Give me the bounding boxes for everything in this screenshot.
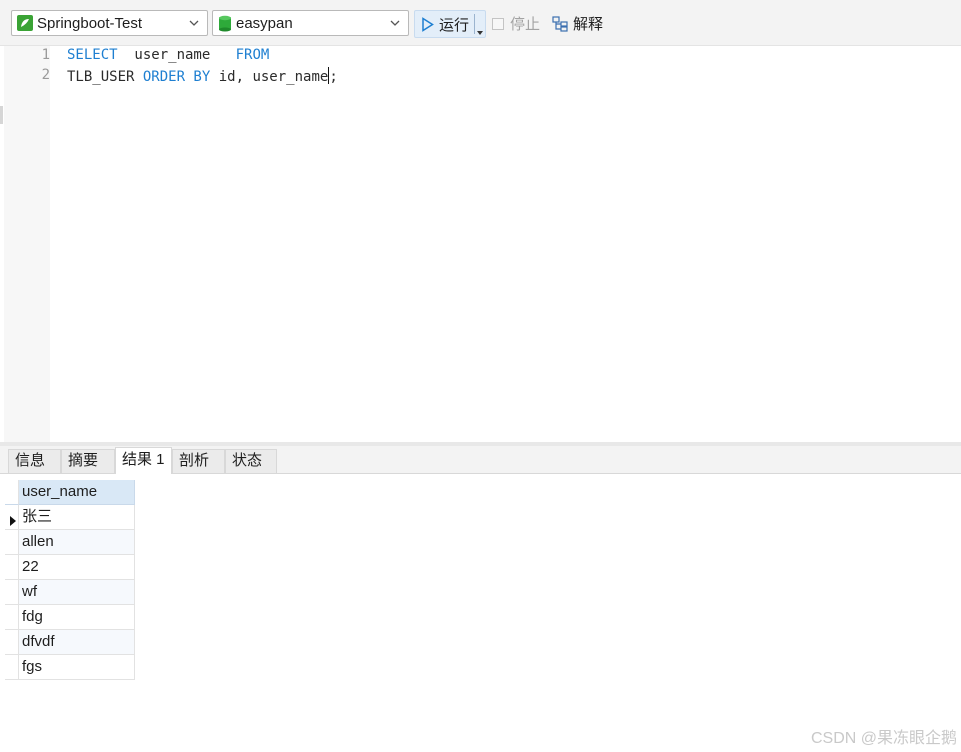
explain-label: 解释 xyxy=(573,16,604,33)
table-cell[interactable]: wf xyxy=(19,580,135,605)
tab-info[interactable]: 信息 xyxy=(8,449,61,473)
row-header[interactable] xyxy=(5,505,19,530)
toolbar: Springboot-Test easypan 运行 停止 解释 xyxy=(0,0,961,46)
run-label: 运行 xyxy=(439,16,470,34)
table-cell[interactable]: fgs xyxy=(19,655,135,680)
chevron-down-icon xyxy=(389,16,401,34)
line-number: 2 xyxy=(41,67,50,83)
explain-button[interactable]: 解释 xyxy=(552,13,603,34)
sql-text: id, user_name xyxy=(210,69,329,85)
play-icon xyxy=(421,16,434,32)
tab-summary[interactable]: 摘要 xyxy=(61,449,115,473)
table-cell[interactable]: 22 xyxy=(19,555,135,580)
run-button[interactable]: 运行 xyxy=(414,10,486,38)
stop-label: 停止 xyxy=(510,16,541,33)
code-line-2[interactable]: TLB_USER ORDER BY id, user_name; xyxy=(67,67,338,85)
watermark: CSDN @果冻眼企鹅 xyxy=(810,730,957,747)
sql-keyword: SELECT xyxy=(67,47,118,63)
line-number: 1 xyxy=(41,47,50,63)
result-tabbar: 信息 摘要 结果 1 剖析 状态 xyxy=(0,446,961,474)
sql-text: user_name xyxy=(117,47,236,63)
table-cell[interactable]: 张三 xyxy=(19,505,135,530)
connection-icon xyxy=(17,15,33,31)
row-header[interactable] xyxy=(5,630,19,655)
code-line-1[interactable]: SELECT user_name FROM xyxy=(67,47,269,63)
table-cell[interactable]: fdg xyxy=(19,605,135,630)
row-header[interactable] xyxy=(5,555,19,580)
column-header-user-name[interactable]: user_name xyxy=(19,480,135,505)
stop-icon xyxy=(492,17,504,30)
database-icon xyxy=(218,15,232,32)
table-cell[interactable]: allen xyxy=(19,530,135,555)
row-header[interactable] xyxy=(5,580,19,605)
row-header[interactable] xyxy=(5,530,19,555)
sql-editor[interactable]: 1 2 SELECT user_name FROM TLB_USER ORDER… xyxy=(0,46,961,442)
table-cell[interactable]: dfvdf xyxy=(19,630,135,655)
tab-profile[interactable]: 剖析 xyxy=(172,449,225,473)
connection-name: Springboot-Test xyxy=(37,14,143,32)
sql-keyword: FROM xyxy=(235,47,270,63)
tab-result-1[interactable]: 结果 1 xyxy=(115,447,172,474)
current-row-pointer-icon xyxy=(10,513,16,531)
connection-select[interactable]: Springboot-Test xyxy=(11,10,208,36)
explain-icon xyxy=(552,15,568,32)
stop-button[interactable]: 停止 xyxy=(492,13,540,34)
chevron-down-icon xyxy=(188,16,200,34)
sql-text: ; xyxy=(329,69,338,85)
editor-edge-marker xyxy=(0,106,3,124)
sql-keyword: ORDER BY xyxy=(142,69,211,85)
grid-corner xyxy=(5,480,19,505)
database-select[interactable]: easypan xyxy=(212,10,409,36)
tab-status[interactable]: 状态 xyxy=(225,449,277,473)
run-dropdown-icon[interactable] xyxy=(477,22,483,40)
line-number-gutter: 1 2 xyxy=(4,46,50,442)
row-header[interactable] xyxy=(5,605,19,630)
database-name: easypan xyxy=(236,14,293,32)
row-header[interactable] xyxy=(5,655,19,680)
sql-text: TLB_USER xyxy=(67,69,143,85)
